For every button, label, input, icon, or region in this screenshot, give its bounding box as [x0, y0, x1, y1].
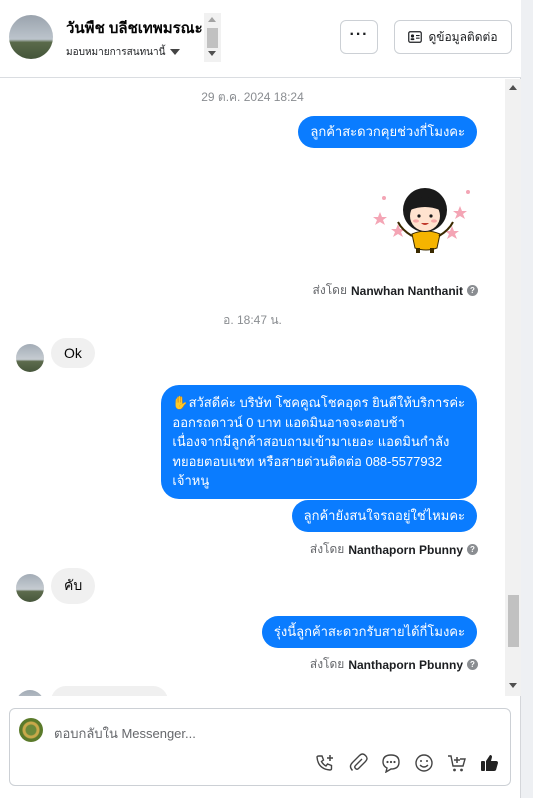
incoming-message[interactable]: Ok — [51, 338, 95, 368]
sent-by-prefix: ส่งโดย — [309, 542, 345, 556]
caret-down-icon — [170, 49, 181, 56]
sent-by-prefix: ส่งโดย — [312, 283, 347, 297]
conversation-header: วันพืช บลีชเทพมรณะ มอบหมายการสนทนานี้ ··… — [0, 0, 521, 78]
sender-name[interactable]: Nanthaporn Pbunny — [348, 658, 463, 672]
sender-name[interactable]: Nanthaporn Pbunny — [348, 543, 463, 557]
scroll-down-icon[interactable] — [208, 51, 216, 56]
incoming-message[interactable]: คับ — [51, 568, 96, 604]
scroll-up-icon[interactable] — [509, 85, 517, 90]
message-line: เจ้าหนู — [172, 473, 210, 488]
help-icon[interactable]: ? — [467, 659, 478, 670]
incoming-message-partial[interactable] — [51, 686, 168, 696]
contact-name[interactable]: วันพืช บลีชเทพมรณะ — [66, 16, 202, 40]
sent-by-label: ส่งโดย Nanthaporn Pbunny ? — [310, 655, 478, 674]
cart-add-icon[interactable] — [446, 752, 467, 773]
timestamp: 29 ต.ค. 2024 18:24 — [201, 90, 304, 104]
scroll-up-icon[interactable] — [208, 17, 216, 22]
outgoing-message-long[interactable]: ✋สวัสดีค่ะ บริษัท โชคคูณโชคอุดร ยินดีให้… — [161, 385, 477, 499]
contact-avatar-small[interactable] — [16, 344, 44, 372]
assign-conversation-dropdown[interactable]: มอบหมายการสนทนานี้ — [66, 45, 181, 60]
sender-name[interactable]: Nanwhan Nanthanit — [351, 284, 463, 298]
help-icon[interactable]: ? — [467, 544, 478, 555]
more-options-button[interactable]: ··· — [340, 20, 378, 54]
emoji-icon[interactable] — [413, 752, 434, 773]
message-line: ทยอยตอบแชท หรือสายด่วนติดต่อ 088-5577932 — [172, 453, 443, 469]
attach-icon[interactable] — [347, 752, 368, 773]
contact-avatar[interactable] — [9, 15, 53, 59]
message-scrollbar[interactable] — [505, 79, 521, 696]
conversation-panel: วันพืช บลีชเทพมรณะ มอบหมายการสนทนานี้ ··… — [0, 0, 521, 798]
contact-avatar-small[interactable] — [16, 574, 44, 602]
message-line: เนื่องจากมีลูกค้าสอบถามเข้ามาเยอะ แอดมิน… — [172, 434, 450, 449]
sticker-girl[interactable] — [372, 174, 476, 254]
view-contact-button[interactable]: ดูข้อมูลติดต่อ — [394, 20, 512, 54]
outgoing-message[interactable]: ลูกค้ายังสนใจรถอยู่ใช่ไหมคะ — [291, 500, 477, 532]
thumbs-up-icon[interactable] — [479, 752, 500, 773]
reply-composer[interactable]: ตอบกลับใน Messenger... — [9, 708, 511, 786]
outgoing-message[interactable]: ลูกค้าสะดวกคุยช่วงกี่โมงคะ — [298, 116, 477, 148]
more-icon: ··· — [349, 26, 369, 43]
name-scrollbar[interactable] — [204, 13, 221, 62]
contact-card-icon — [408, 31, 423, 43]
message-list: 29 ต.ค. 2024 18:24 ลูกค้าสะดวกคุยช่วงกี่… — [0, 79, 505, 696]
scroll-thumb[interactable] — [207, 28, 218, 48]
message-line: ✋สวัสดีค่ะ บริษัท โชคคูณโชคอุดร ยินดีให้… — [172, 395, 465, 410]
message-line: ออกรถดาวน์ 0 บาท แอดมินอาจจะตอบช้า — [172, 414, 405, 430]
reply-input[interactable]: ตอบกลับใน Messenger... — [54, 723, 196, 744]
contact-avatar-small[interactable] — [16, 690, 44, 696]
outgoing-message[interactable]: รุ่งนี้ลูกค้าสะดวกรับสายได้กี่โมงคะ — [261, 616, 477, 648]
phone-add-icon[interactable] — [314, 752, 335, 773]
timestamp: อ. 18:47 น. — [223, 313, 282, 327]
window-edge — [521, 0, 533, 798]
composer-toolbar — [314, 752, 500, 773]
sent-by-label: ส่งโดย Nanthaporn Pbunny ? — [310, 540, 478, 559]
view-contact-label: ดูข้อมูลติดต่อ — [428, 29, 498, 44]
sent-by-label: ส่งโดย Nanwhan Nanthanit ? — [313, 281, 478, 300]
scroll-down-icon[interactable] — [509, 683, 517, 688]
sent-by-prefix: ส่งโดย — [309, 657, 345, 671]
help-icon[interactable]: ? — [467, 285, 478, 296]
assign-label: มอบหมายการสนทนานี้ — [66, 47, 166, 58]
saved-reply-icon[interactable] — [380, 752, 401, 773]
page-avatar — [19, 718, 43, 742]
scroll-thumb[interactable] — [508, 595, 519, 647]
